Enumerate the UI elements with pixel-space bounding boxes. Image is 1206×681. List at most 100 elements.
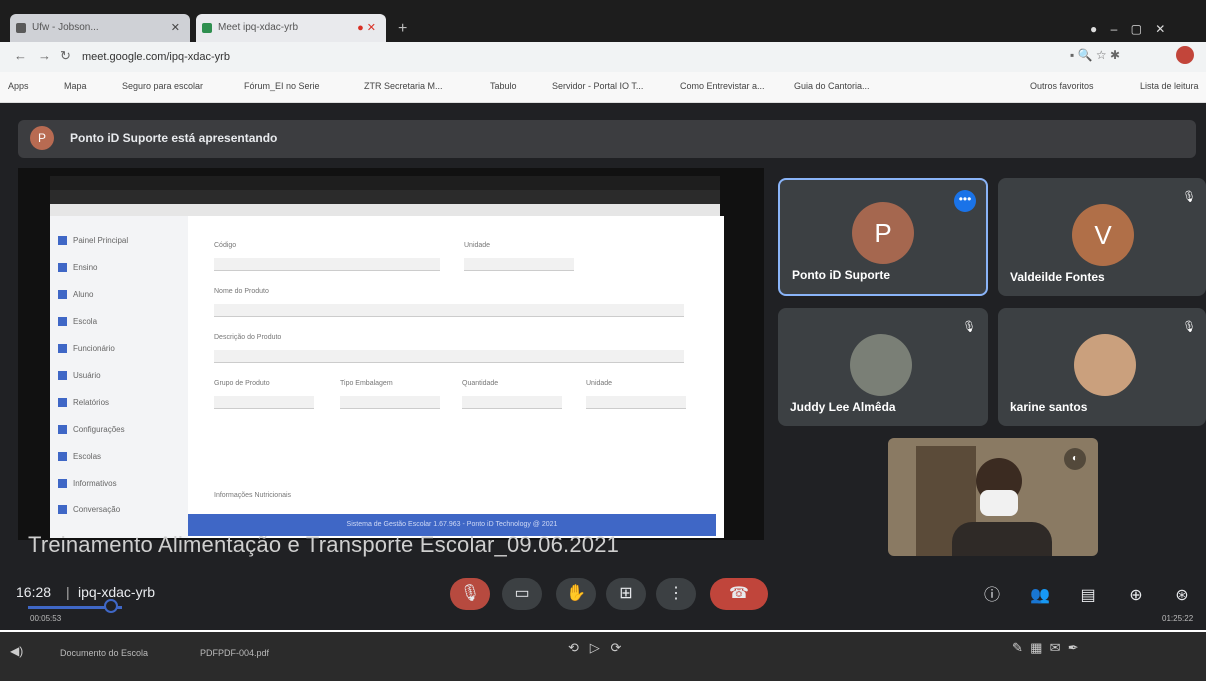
profile-avatar[interactable] bbox=[1176, 46, 1194, 64]
bookmark[interactable]: ZTR Secretaria M... bbox=[364, 81, 443, 91]
shared-form-field bbox=[214, 396, 314, 409]
participant-name: karine santos bbox=[1010, 400, 1088, 414]
meeting-code: ipq-xdac-yrb bbox=[78, 584, 156, 600]
chat-icon[interactable]: ▤ bbox=[1076, 584, 1100, 608]
video-caption: Treinamento Alimentação e Transporte Esc… bbox=[28, 532, 620, 557]
shared-form-label: Descrição do Produto bbox=[214, 334, 282, 341]
bookmark[interactable]: Fórum_EI no Serie bbox=[244, 81, 320, 91]
presenting-text: Ponto iD Suporte está apresentando bbox=[70, 131, 278, 145]
shared-browser-tabs bbox=[50, 176, 720, 190]
bookmark[interactable]: Tabulo bbox=[490, 81, 517, 91]
bookmark[interactable]: Mapa bbox=[64, 81, 87, 91]
meet-favicon-icon bbox=[202, 23, 212, 33]
bookmark[interactable]: Servidor - Portal IO T... bbox=[552, 81, 643, 91]
activities-icon[interactable]: ⊕ bbox=[1124, 584, 1148, 608]
shared-form-label: Quantidade bbox=[462, 380, 499, 387]
bookmark[interactable]: Outros favoritos bbox=[1030, 81, 1094, 91]
shared-menu-item: Relatórios bbox=[58, 398, 109, 408]
participant-name: Ponto iD Suporte bbox=[792, 268, 890, 282]
shared-form-label: Nome do Produto bbox=[214, 288, 269, 295]
browser-tab[interactable]: Ufw - Jobson... ✕ bbox=[10, 14, 190, 42]
mic-off-icon: 🎙 bbox=[962, 321, 976, 333]
participant-name: Juddy Lee Almêda bbox=[790, 400, 896, 414]
participant-tile[interactable]: 🎙 Juddy Lee Almêda bbox=[778, 308, 988, 426]
shared-menu-item: Escola bbox=[58, 317, 97, 327]
present-icon: ⊞ bbox=[619, 585, 633, 602]
forward-icon[interactable]: → bbox=[38, 48, 51, 63]
self-view-video: ◐ bbox=[888, 438, 1098, 556]
shared-form-field bbox=[214, 258, 440, 271]
shared-menu-item: Usuário bbox=[58, 371, 101, 381]
mic-off-icon: 🎙 bbox=[1182, 191, 1196, 203]
meeting-time: 16:28 bbox=[16, 584, 52, 600]
elapsed-time: 00:05:53 bbox=[30, 614, 62, 623]
participant-tile[interactable]: P ••• Ponto iD Suporte bbox=[778, 178, 988, 296]
more-options-button[interactable]: ⋮ bbox=[656, 578, 696, 610]
bookmark[interactable]: Apps bbox=[8, 81, 29, 91]
shared-form-field bbox=[462, 396, 562, 409]
shared-menu-item: Funcionário bbox=[58, 344, 115, 354]
info-icon[interactable]: ⓘ bbox=[980, 584, 1004, 608]
separator: | bbox=[66, 584, 70, 600]
bookmarks-bar: Apps Mapa Seguro para escolar Fórum_EI n… bbox=[0, 72, 1206, 103]
playback-controls-icon[interactable]: ⟲ ▷ ⟳ bbox=[568, 640, 621, 656]
shared-menu-item: Aluno bbox=[58, 290, 93, 300]
close-tab-icon[interactable]: ✕ bbox=[171, 14, 180, 42]
microphone-button[interactable]: 🎙 bbox=[450, 578, 490, 610]
taskbar-item[interactable]: Documento do Escola bbox=[60, 648, 148, 658]
tab-label: Ufw - Jobson... bbox=[32, 22, 99, 33]
tab-favicon-icon bbox=[16, 23, 26, 33]
shared-menu-item: Conversação bbox=[58, 505, 120, 515]
shared-form-field bbox=[214, 350, 684, 363]
host-controls-icon[interactable]: ⊛ bbox=[1170, 584, 1194, 608]
taskbar-item[interactable]: PDFPDF-004.pdf bbox=[200, 648, 269, 658]
bookmark[interactable]: Lista de leitura bbox=[1140, 81, 1199, 91]
shared-form-label: Código bbox=[214, 242, 237, 249]
new-tab-icon[interactable]: + bbox=[398, 20, 407, 38]
extensions-icon[interactable]: ▪ 🔍 ☆ ✱ bbox=[1070, 48, 1120, 62]
participant-photo bbox=[1074, 334, 1136, 396]
raise-hand-button[interactable]: ✋ bbox=[556, 578, 596, 610]
pen-icon[interactable]: ✎ ▦ ✉ ✒ bbox=[1012, 640, 1079, 656]
leave-call-button[interactable]: ☎ bbox=[710, 578, 768, 610]
presenter-avatar: P bbox=[30, 126, 54, 150]
present-button[interactable]: ⊞ bbox=[606, 578, 646, 610]
people-icon[interactable]: 👥 bbox=[1028, 584, 1052, 608]
participant-avatar: P bbox=[852, 202, 914, 264]
back-icon[interactable]: ← bbox=[14, 48, 27, 63]
participant-photo bbox=[850, 334, 912, 396]
total-time: 01:25:22 bbox=[1162, 614, 1194, 623]
participant-tile[interactable]: 🎙 karine santos bbox=[998, 308, 1206, 426]
pin-icon[interactable]: ◐ bbox=[1064, 448, 1086, 470]
participant-name: Valdeilde Fontes bbox=[1010, 270, 1105, 284]
progress-handle[interactable] bbox=[104, 599, 118, 613]
person-shirt bbox=[952, 522, 1052, 556]
url-input[interactable]: meet.google.com/ipq-xdac-yrb bbox=[82, 46, 982, 68]
hand-icon: ✋ bbox=[566, 585, 586, 602]
tab-label: Meet ipq-xdac-yrb bbox=[218, 22, 299, 33]
shared-menu-item: Painel Principal bbox=[58, 236, 128, 246]
participant-tile[interactable]: V 🎙 Valdeilde Fontes bbox=[998, 178, 1206, 296]
reload-icon[interactable]: ↻ bbox=[60, 48, 71, 64]
minimize-icon[interactable]: ● – ▢ ✕ bbox=[1090, 22, 1165, 36]
meet-controls-bar bbox=[0, 560, 1206, 630]
shared-form-label: Unidade bbox=[586, 380, 613, 387]
shared-form-label: Tipo Embalagem bbox=[340, 380, 393, 387]
shared-form-field bbox=[464, 258, 574, 271]
shared-menu-item: Escolas bbox=[58, 452, 101, 462]
shared-form-field bbox=[214, 304, 684, 317]
browser-tab-active[interactable]: Meet ipq-xdac-yrb ● ✕ bbox=[196, 14, 386, 42]
volume-icon[interactable]: ◀) bbox=[10, 644, 23, 658]
shared-browser-url bbox=[50, 190, 720, 204]
bookmark[interactable]: Como Entrevistar a... bbox=[680, 81, 765, 91]
face-mask bbox=[980, 490, 1018, 516]
bookmark[interactable]: Guia do Cantoria... bbox=[794, 81, 870, 91]
camera-button[interactable]: ▭ bbox=[502, 578, 542, 610]
shared-bookmarks bbox=[50, 204, 720, 216]
more-options-icon[interactable]: ••• bbox=[954, 190, 976, 212]
shared-menu-item: Ensino bbox=[58, 263, 97, 273]
mic-off-icon: 🎙 bbox=[1182, 321, 1196, 333]
bookmark[interactable]: Seguro para escolar bbox=[122, 81, 203, 91]
shared-form-label: Grupo de Produto bbox=[214, 380, 270, 387]
mic-off-icon: 🎙 bbox=[459, 585, 481, 602]
